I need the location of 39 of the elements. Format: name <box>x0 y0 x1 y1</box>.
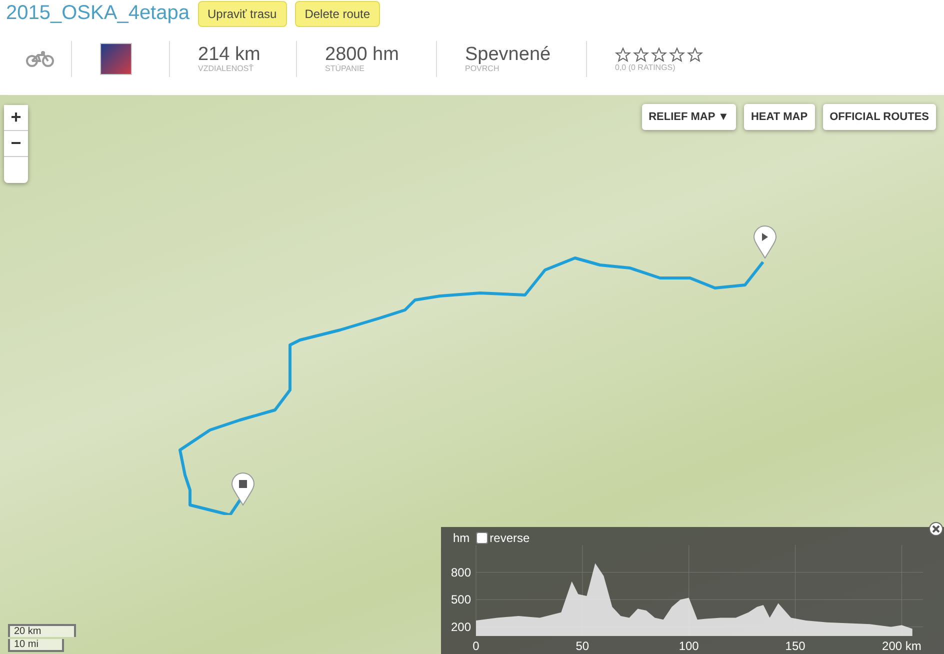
axis-label: 0 <box>472 639 480 653</box>
zoom-out-button[interactable]: − <box>4 131 28 157</box>
axis-label: 500 <box>450 592 471 607</box>
star-icon[interactable] <box>633 46 649 62</box>
close-button[interactable] <box>929 522 943 536</box>
axis-label: 800 <box>450 565 471 580</box>
stat-label: VZDIALENOSŤ <box>198 64 255 73</box>
map-layer-button[interactable]: HEAT MAP <box>744 104 815 130</box>
axis-unit: hm <box>453 531 470 545</box>
star-icon[interactable] <box>651 46 667 62</box>
stat-value: 2800 hm <box>325 45 400 64</box>
star-icon[interactable] <box>669 46 685 62</box>
route-action-button[interactable]: Upraviť trasu <box>198 0 287 26</box>
stat-value: Spevnené <box>465 45 552 64</box>
stat-label: STÚPANIE <box>325 64 366 73</box>
map-layer-button[interactable]: RELIEF MAP ▼ <box>642 104 736 130</box>
axis-label: 100 <box>678 639 699 653</box>
rating-count: 0,0 (0 RATINGS) <box>615 62 676 72</box>
axis-label: 50 <box>576 639 590 653</box>
zoom-in-button[interactable]: + <box>4 105 28 131</box>
axis-label: 200 <box>450 620 471 634</box>
finish-marker-icon[interactable] <box>231 472 255 506</box>
start-marker-icon[interactable] <box>753 225 777 259</box>
photo-placeholder <box>100 43 132 75</box>
map-background[interactable]: + − RELIEF MAP ▼ HEAT MAP OFFICIAL ROUTES 20 km 10 mi 200 500 800 0 50 100 150 200 km hm reverse <box>0 95 944 654</box>
axis-label: 150 <box>785 639 806 653</box>
reverse-checkbox[interactable] <box>476 532 488 544</box>
map-layer-button[interactable]: OFFICIAL ROUTES <box>822 104 936 130</box>
scale-bar: 20 km <box>8 624 76 637</box>
reverse-label: reverse <box>490 531 530 545</box>
star-icon[interactable] <box>687 46 703 62</box>
axis-label: 200 km <box>882 639 922 653</box>
route-title: 2015_OSKA_4etapa <box>6 2 190 25</box>
star-icon[interactable] <box>615 46 631 62</box>
bicycle-icon <box>26 51 54 67</box>
stat-label: POVRCH <box>465 64 500 73</box>
route-action-button[interactable]: Delete route <box>294 0 380 26</box>
scale-bar: 10 mi <box>8 639 64 652</box>
stat-value: 214 km <box>198 45 262 64</box>
